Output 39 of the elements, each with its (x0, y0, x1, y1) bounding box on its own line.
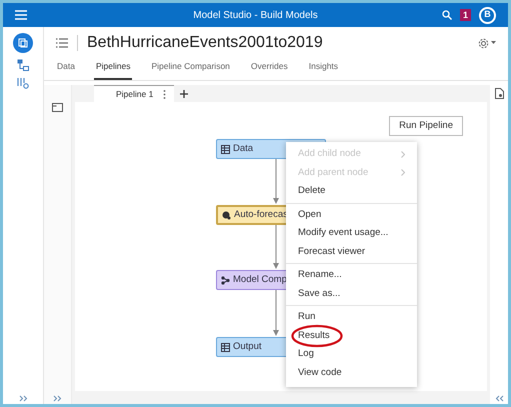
run-pipeline-button[interactable]: Run Pipeline (389, 116, 463, 136)
grid-gear-icon[interactable] (17, 77, 29, 89)
project-title: BethHurricaneEvents2001to2019 (87, 33, 323, 53)
collapse-icon[interactable] (494, 395, 504, 402)
expand-icon[interactable] (18, 395, 28, 402)
connector-arrow (272, 225, 280, 270)
notification-badge[interactable]: 1 (460, 9, 471, 21)
list-icon[interactable] (56, 38, 68, 48)
project-nav-icon[interactable] (13, 33, 33, 53)
tab[interactable]: Pipelines (94, 60, 132, 80)
menu-item[interactable]: Modify event usage... (286, 224, 417, 242)
search-icon[interactable] (442, 10, 452, 20)
table-icon (221, 144, 230, 154)
flow-icon[interactable] (17, 59, 29, 71)
more-icon (163, 90, 166, 98)
menu-item[interactable]: View code (286, 364, 417, 382)
tab[interactable]: Data (55, 60, 77, 80)
add-icon[interactable] (180, 90, 188, 98)
connector-arrow (272, 290, 280, 337)
document-icon[interactable] (494, 88, 504, 99)
blob-icon (222, 210, 231, 220)
caret-icon (491, 41, 496, 45)
pipeline-tab[interactable]: Pipeline 1 (94, 85, 174, 102)
menu-icon[interactable] (15, 10, 27, 20)
settings-button[interactable] (478, 38, 496, 48)
tab[interactable]: Overrides (248, 60, 290, 80)
user-avatar[interactable]: B (479, 6, 496, 24)
window-title: Model Studio - Build Models (193, 8, 318, 22)
panel-icon[interactable] (52, 103, 63, 112)
menu-item[interactable]: Run (286, 308, 417, 326)
tab[interactable]: Pipeline Comparison (149, 60, 232, 80)
tab[interactable]: Insights (306, 60, 340, 80)
settings-icon (478, 38, 489, 48)
menu-item[interactable]: Delete (286, 182, 417, 200)
table-icon (221, 342, 230, 352)
connector-arrow (272, 159, 280, 205)
hierarchy-icon (221, 276, 230, 284)
menu-item[interactable]: Forecast viewer (286, 242, 417, 261)
expand-icon[interactable] (53, 395, 62, 402)
